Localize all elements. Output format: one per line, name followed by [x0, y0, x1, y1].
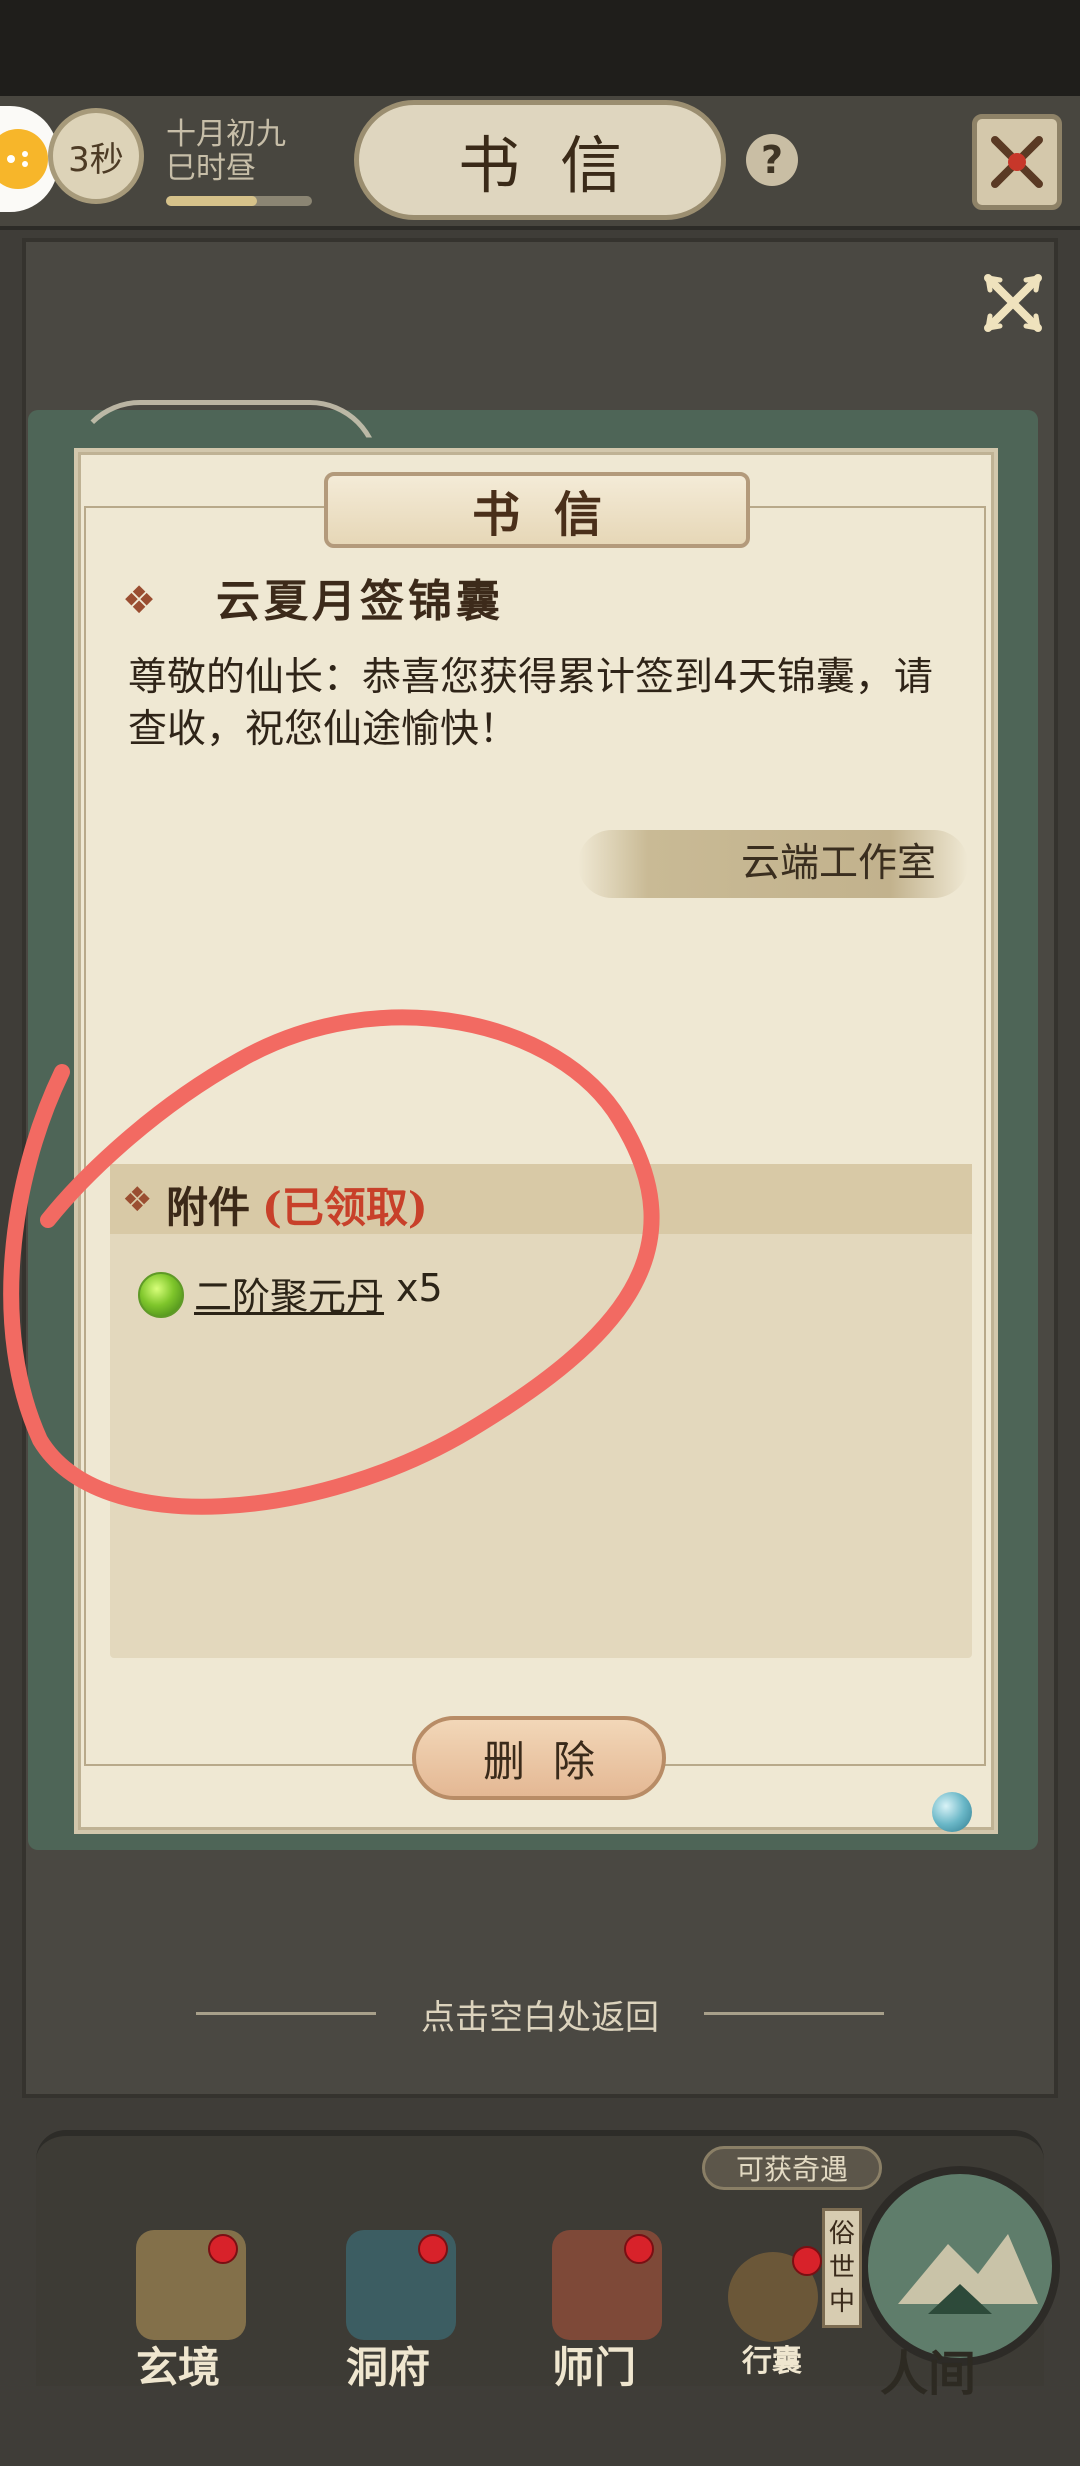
nav-shimen[interactable]: 师门: [532, 2230, 692, 2450]
close-letter-icon[interactable]: [978, 268, 1048, 338]
status-bar: [0, 0, 1080, 96]
date-line-2: 巳时昼: [166, 151, 256, 186]
nav-label: 玄境: [136, 2343, 221, 2392]
notification-dot: [208, 2234, 238, 2264]
notification-dot: [792, 2246, 822, 2276]
attachment-item-quantity: x5: [396, 1266, 443, 1310]
nav-label: 行囊: [742, 2344, 802, 2379]
date-line-1: 十月初九: [166, 117, 286, 152]
nav-renjian[interactable]: 人间: [870, 2230, 1030, 2450]
attachment-item-name[interactable]: 二阶聚元丹: [194, 1266, 384, 1321]
attachment-status: (已领取): [262, 1183, 428, 1232]
nav-xingnang[interactable]: 行囊: [724, 2246, 884, 2466]
nav-label: 师门: [552, 2343, 637, 2392]
diamond-icon: ❖: [122, 578, 157, 622]
pill-icon[interactable]: [138, 1272, 184, 1318]
diamond-icon: ❖: [122, 1180, 153, 1220]
game-date: 十月初九 巳时昼: [166, 118, 366, 186]
help-icon[interactable]: ?: [746, 134, 798, 186]
pearl-ornament: [932, 1792, 972, 1832]
letter-title: 书信: [324, 472, 750, 548]
letter-body: 尊敬的仙长：恭喜您获得累计签到4天锦囊，请查收，祝您仙途愉快！: [128, 655, 933, 752]
notification-dot: [624, 2234, 654, 2264]
page-title: 书信: [354, 100, 726, 220]
close-icon: [991, 136, 1043, 188]
letter-subject: 云夏月签锦囊: [216, 576, 504, 627]
attachment-panel: [110, 1164, 972, 1658]
return-hint[interactable]: 点击空白处返回: [240, 1990, 840, 2039]
nav-dongfu[interactable]: 洞府: [326, 2230, 486, 2450]
countdown-timer: 3秒: [48, 108, 144, 204]
nav-label: 洞府: [346, 2343, 431, 2392]
nav-xuanjing[interactable]: 玄境: [116, 2230, 276, 2450]
letter-sender: 云端工作室: [740, 841, 936, 886]
attachment-label: 附件: [166, 1183, 251, 1232]
nav-label: 人间: [880, 2346, 977, 2402]
encounter-bubble[interactable]: 可获奇遇: [702, 2146, 882, 2190]
notification-dot: [418, 2234, 448, 2264]
delete-button[interactable]: 删除: [412, 1716, 666, 1800]
close-header-button[interactable]: [972, 114, 1062, 210]
gamepad-icon: [0, 129, 48, 189]
time-progress-fill: [166, 196, 257, 206]
